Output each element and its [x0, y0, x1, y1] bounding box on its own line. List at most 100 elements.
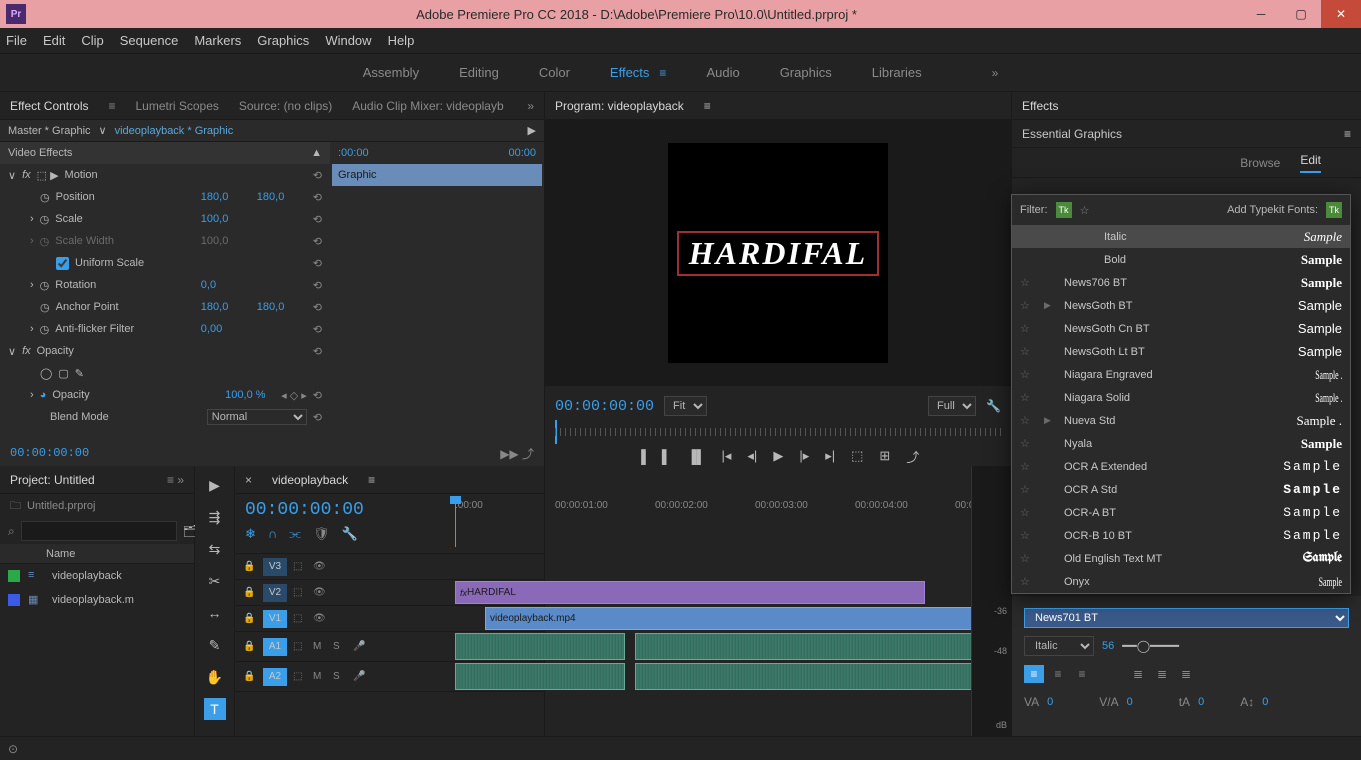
reset-icon[interactable]: ⟲ — [313, 257, 322, 270]
playhead[interactable] — [455, 500, 456, 547]
workspace-editing[interactable]: Editing — [459, 65, 499, 80]
font-family-select[interactable]: News701 BT — [1024, 608, 1349, 628]
solo-button[interactable]: S — [333, 671, 347, 682]
menu-clip[interactable]: Clip — [81, 33, 103, 48]
menu-graphics[interactable]: Graphics — [257, 33, 309, 48]
workspace-libraries[interactable]: Libraries — [872, 65, 922, 80]
favorite-filter-icon[interactable]: ☆ — [1080, 204, 1090, 217]
font-size[interactable]: 56 — [1102, 640, 1114, 652]
settings-icon[interactable]: 🔧 — [341, 526, 357, 542]
favorite-star-icon[interactable]: ☆ — [1020, 322, 1034, 335]
lock-icon[interactable]: 🔒 — [243, 613, 257, 624]
panel-menu-icon[interactable]: ≡ — [704, 99, 711, 113]
panel-tab[interactable]: Audio Clip Mixer: videoplayb — [352, 99, 503, 113]
workspace-color[interactable]: Color — [539, 65, 570, 80]
opacity-effect[interactable]: Opacity — [37, 345, 307, 357]
typekit-add-icon[interactable]: Tk — [1326, 202, 1342, 218]
sync-icon[interactable]: ⊙ — [8, 742, 18, 756]
v2-track-label[interactable]: V2 — [263, 584, 287, 602]
wrench-icon[interactable]: 🔧 — [986, 399, 1001, 413]
motion-effect[interactable]: Motion — [65, 169, 307, 181]
font-item[interactable]: ItalicSample — [1012, 225, 1350, 248]
favorite-star-icon[interactable]: ☆ — [1020, 552, 1034, 565]
snap-icon[interactable]: ❄ — [245, 526, 256, 542]
favorite-star-icon[interactable]: ☆ — [1020, 460, 1034, 473]
lock-icon[interactable]: 🔒 — [243, 641, 257, 652]
align-middle-button[interactable]: ≣ — [1152, 665, 1172, 683]
a2-track-label[interactable]: A2 — [263, 668, 287, 686]
typekit-filter-icon[interactable]: Tk — [1056, 202, 1072, 218]
program-tab[interactable]: Program: videoplayback — [555, 99, 684, 113]
mark-out-icon[interactable]: ▌ — [662, 449, 671, 464]
go-out-icon[interactable]: ▸| — [825, 448, 835, 464]
mark-in-icon[interactable]: ▐ — [637, 449, 646, 464]
panel-tab[interactable]: Lumetri Scopes — [136, 99, 219, 113]
opacity-value[interactable]: 100,0 % — [225, 389, 275, 401]
panel-menu-icon[interactable]: ≡ » — [167, 473, 184, 487]
position-y[interactable]: 180,0 — [257, 191, 307, 203]
anchor-y[interactable]: 180,0 — [257, 301, 307, 313]
project-item[interactable]: ≡videoplayback — [0, 564, 194, 588]
panel-menu-icon[interactable]: ≡ — [368, 473, 375, 487]
favorite-star-icon[interactable]: ☆ — [1020, 345, 1034, 358]
anchor-x[interactable]: 180,0 — [201, 301, 251, 313]
close-button[interactable]: ✕ — [1321, 0, 1361, 28]
type-tool[interactable]: T — [204, 698, 226, 720]
panel-menu-icon[interactable]: ≡ — [108, 99, 115, 113]
fit-select[interactable]: Fit — [664, 396, 707, 416]
audio-clip[interactable] — [635, 633, 975, 660]
reset-icon[interactable]: ⟲ — [313, 191, 322, 204]
program-scrubber[interactable] — [555, 420, 1001, 444]
favorite-star-icon[interactable]: ☆ — [1020, 529, 1034, 542]
graphic-clip[interactable]: fx HARDIFAL — [455, 581, 925, 604]
favorite-star-icon[interactable]: ☆ — [1020, 299, 1034, 312]
reset-icon[interactable]: ⟲ — [313, 345, 322, 358]
favorite-star-icon[interactable]: ☆ — [1020, 506, 1034, 519]
go-in-icon[interactable]: |◂ — [722, 448, 732, 464]
flicker-value[interactable]: 0,00 — [201, 323, 251, 335]
font-item[interactable]: ☆Niagara EngravedSample . — [1012, 363, 1350, 386]
lock-icon[interactable]: 🔒 — [243, 561, 257, 572]
eg-tab-browse[interactable]: Browse — [1240, 156, 1280, 170]
font-item[interactable]: ☆NewsGoth Cn BTSample — [1012, 317, 1350, 340]
blend-mode-select[interactable]: Normal — [207, 409, 307, 425]
selection-tool[interactable]: ▶ — [204, 474, 226, 496]
menu-window[interactable]: Window — [325, 33, 371, 48]
eye-icon[interactable]: 👁 — [313, 561, 327, 572]
tracking-value[interactable]: 0 — [1047, 696, 1053, 708]
favorite-star-icon[interactable]: ☆ — [1020, 391, 1034, 404]
align-left-button[interactable]: ≡ — [1024, 665, 1044, 683]
baseline-value[interactable]: 0 — [1262, 696, 1268, 708]
magnet-icon[interactable]: ∩ — [268, 526, 277, 542]
mute-button[interactable]: M — [313, 671, 327, 682]
menu-edit[interactable]: Edit — [43, 33, 65, 48]
workspace-assembly[interactable]: Assembly — [363, 65, 419, 80]
reset-icon[interactable]: ⟲ — [313, 323, 322, 336]
audio-clip[interactable] — [635, 663, 975, 690]
workspace-audio[interactable]: Audio — [706, 65, 739, 80]
workspace-effects[interactable]: Effects — [610, 65, 650, 80]
favorite-star-icon[interactable]: ☆ — [1020, 276, 1034, 289]
v3-track-label[interactable]: V3 — [263, 558, 287, 576]
align-bottom-button[interactable]: ≣ — [1176, 665, 1196, 683]
font-item[interactable]: ☆OCR A ExtendedSample — [1012, 455, 1350, 478]
reset-icon[interactable]: ⟲ — [313, 301, 322, 314]
font-item[interactable]: ☆▶Nueva StdSample . — [1012, 409, 1350, 432]
font-item[interactable]: ☆Old English Text MTSample — [1012, 547, 1350, 570]
slip-tool[interactable]: ↔ — [204, 602, 226, 624]
font-item[interactable]: ☆Niagara SolidSample . — [1012, 386, 1350, 409]
solo-button[interactable]: S — [333, 641, 347, 652]
panel-tab[interactable]: Source: (no clips) — [239, 99, 332, 113]
lock-icon[interactable]: 🔒 — [243, 587, 257, 598]
voice-icon[interactable]: 🎤 — [353, 641, 367, 652]
reset-icon[interactable]: ⟲ — [313, 213, 322, 226]
razor-tool[interactable]: ✂ — [204, 570, 226, 592]
panel-tab[interactable]: Effect Controls — [10, 99, 88, 113]
voice-icon[interactable]: 🎤 — [353, 671, 367, 682]
menu-file[interactable]: File — [6, 33, 27, 48]
effects-panel-tab[interactable]: Effects — [1022, 99, 1058, 113]
program-canvas[interactable]: HARDIFAL — [668, 143, 888, 363]
font-item[interactable]: BoldSample — [1012, 248, 1350, 271]
font-item[interactable]: ☆OnyxSample — [1012, 570, 1350, 593]
leading-value[interactable]: 0 — [1198, 696, 1204, 708]
